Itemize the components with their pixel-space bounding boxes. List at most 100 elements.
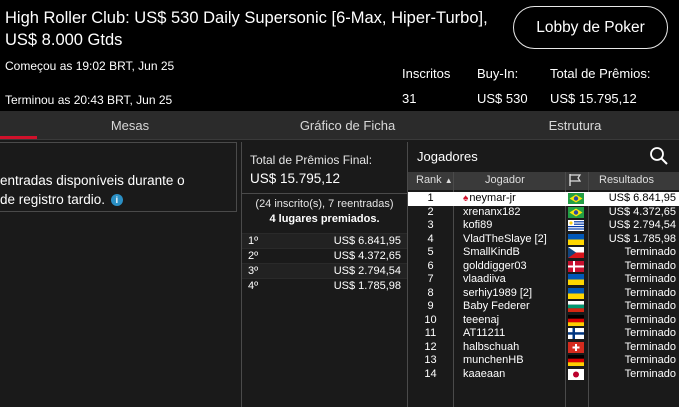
players-panel: Jogadores Rank ▲ Jogador Resultados 1 ♠ne…	[407, 142, 679, 407]
players-table-header: Rank ▲ Jogador Resultados	[408, 172, 679, 190]
late-registration-text: entradas disponíveis durante o de regist…	[0, 171, 236, 209]
player-name: vlaadiiva	[463, 273, 506, 285]
player-rank: 8	[427, 286, 434, 299]
player-row[interactable]: 9 Baby Federer Terminado	[408, 300, 679, 314]
player-name-cell: VladTheSlaye [2]	[463, 233, 547, 247]
player-name: kaaeaan	[463, 367, 506, 380]
player-rank: 4	[427, 232, 434, 245]
player-name-cell: vlaadiiva	[463, 273, 506, 287]
payout-amount: US$ 2.794,54	[333, 265, 401, 277]
player-row[interactable]: 14 kaaeaan Terminado	[408, 368, 679, 382]
tournament-title: High Roller Club: US$ 530 Daily Superson…	[5, 9, 488, 49]
player-name-cell: xrenanx182	[463, 206, 521, 220]
final-prize-value: US$ 15.795,12	[250, 171, 341, 186]
player-result: Terminado	[624, 246, 676, 258]
bulgaria-flag-icon	[568, 301, 584, 312]
player-name-cell: munchenHB	[463, 354, 524, 368]
poker-lobby-button[interactable]: Lobby de Poker	[513, 6, 668, 49]
payout-row: 4º US$ 1.785,98	[242, 278, 407, 293]
player-row[interactable]: 11 AT11211 Terminado	[408, 327, 679, 341]
player-rank: 12	[424, 340, 437, 353]
denmark-flag-icon	[568, 260, 584, 272]
tab-chip-graph[interactable]: Gráfico de Ficha	[270, 111, 425, 140]
player-result: Terminado	[624, 340, 676, 353]
player-result: Terminado	[624, 273, 676, 285]
players-heading: Jogadores	[417, 149, 478, 164]
late-reg-line-2: de registro tardio.	[0, 192, 106, 207]
buyin-value: US$ 530	[477, 91, 528, 106]
switzerland-flag-icon	[568, 341, 584, 353]
player-row[interactable]: 8 serhiy1989 [2] Terminado	[408, 287, 679, 301]
prize-panel: Total de Prêmios Final: US$ 15.795,12 (2…	[241, 142, 407, 407]
player-result: US$ 2.794,54	[608, 219, 676, 231]
player-row[interactable]: 10 teeenaj Terminado	[408, 314, 679, 328]
payout-row: 3º US$ 2.794,54	[242, 263, 407, 278]
player-row[interactable]: 3 kofi89 US$ 2.794,54	[408, 219, 679, 233]
player-rank: 13	[424, 354, 437, 366]
tournament-header: High Roller Club: US$ 530 Daily Superson…	[0, 0, 679, 111]
player-result: Terminado	[624, 327, 676, 339]
start-time: Começou as 19:02 BRT, Jun 25	[5, 59, 175, 73]
ukraine-flag-icon	[568, 287, 584, 299]
payout-position: 4º	[248, 280, 259, 292]
buyin-label: Buy-In:	[477, 66, 519, 81]
player-row[interactable]: 7 vlaadiiva Terminado	[408, 273, 679, 287]
entries-count: (24 inscrito(s), 7 reentradas)	[255, 198, 394, 210]
sort-up-icon: ▲	[444, 176, 453, 185]
paid-places: 4 lugares premiados.	[269, 213, 380, 225]
player-result: US$ 4.372,65	[608, 205, 676, 218]
player-rank: 1	[427, 192, 434, 204]
info-icon[interactable]: i	[110, 194, 123, 206]
player-name: xrenanx182	[463, 205, 521, 218]
col-rank[interactable]: Rank ▲	[416, 174, 453, 186]
col-player[interactable]: Jogador	[485, 174, 525, 186]
japan-flag-icon	[568, 368, 584, 380]
player-row[interactable]: 12 halbschuah Terminado	[408, 341, 679, 355]
player-rank: 3	[427, 219, 434, 231]
player-result: Terminado	[624, 286, 676, 299]
tab-structure[interactable]: Estrutura	[505, 111, 645, 140]
player-name: teeenaj	[463, 313, 500, 326]
player-rank: 10	[424, 313, 437, 326]
player-name-cell: golddigger03	[463, 260, 527, 274]
player-name-cell: Baby Federer	[463, 300, 530, 314]
col-results[interactable]: Resultados	[599, 174, 654, 186]
col-rank-label: Rank	[416, 174, 442, 186]
player-row[interactable]: 2 xrenanx182 US$ 4.372,65	[408, 206, 679, 220]
spade-icon: ♠	[463, 193, 469, 204]
player-name: halbschuah	[463, 340, 520, 353]
info-panel: entradas disponíveis durante o de regist…	[0, 142, 237, 212]
player-name: VladTheSlaye [2]	[463, 232, 547, 245]
brazil-flag-icon	[568, 206, 584, 218]
player-rank: 5	[427, 246, 434, 258]
payout-position: 1º	[248, 235, 259, 247]
payout-amount: US$ 6.841,95	[333, 235, 401, 247]
player-row[interactable]: 5 SmallKindB Terminado	[408, 246, 679, 260]
player-row[interactable]: 1 ♠neymar-jr US$ 6.841,95	[408, 192, 679, 206]
player-name: serhiy1989 [2]	[463, 286, 533, 299]
search-icon[interactable]	[649, 146, 669, 166]
player-result: Terminado	[624, 300, 676, 312]
player-name: Baby Federer	[463, 300, 530, 312]
player-result: Terminado	[624, 313, 676, 326]
player-row[interactable]: 13 munchenHB Terminado	[408, 354, 679, 368]
brazil-flag-icon	[568, 193, 584, 204]
tab-bar: Mesas Gráfico de Ficha Estrutura	[0, 111, 679, 140]
player-name-cell: halbschuah	[463, 341, 519, 355]
germany-flag-icon	[568, 355, 584, 366]
player-name: SmallKindB	[463, 246, 520, 258]
prize-pool-label: Total de Prêmios:	[550, 66, 651, 81]
player-result: Terminado	[624, 259, 676, 272]
germany-flag-icon	[568, 314, 584, 326]
player-row[interactable]: 4 VladTheSlaye [2] US$ 1.785,98	[408, 233, 679, 247]
payout-row: 1º US$ 6.841,95	[242, 233, 407, 248]
player-name: munchenHB	[463, 354, 524, 366]
player-name: golddigger03	[463, 259, 527, 272]
finland-flag-icon	[568, 328, 584, 339]
player-row[interactable]: 6 golddigger03 Terminado	[408, 260, 679, 274]
players-list: 1 ♠neymar-jr US$ 6.841,95 2 xrenanx182 US$ 4.…	[408, 192, 679, 381]
player-rank: 7	[427, 273, 434, 285]
tab-tables[interactable]: Mesas	[60, 111, 200, 140]
payout-amount: US$ 4.372,65	[333, 250, 401, 262]
payout-amount: US$ 1.785,98	[333, 280, 401, 292]
